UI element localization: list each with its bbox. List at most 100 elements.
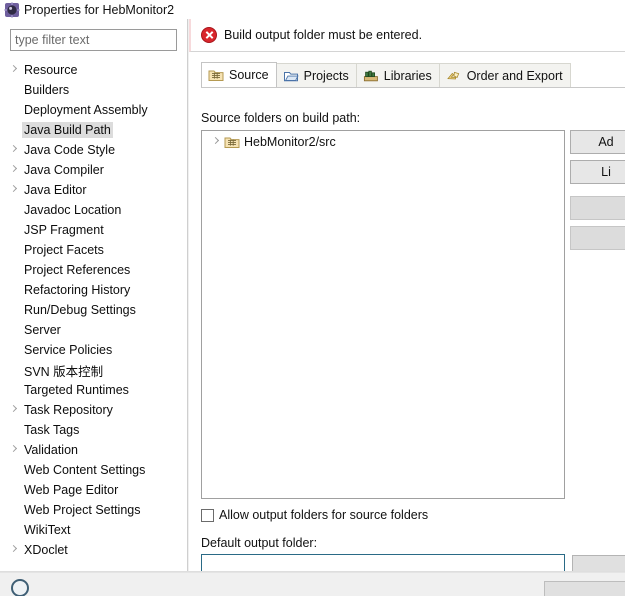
sidebar-item-task-repository[interactable]: Task Repository xyxy=(0,400,187,420)
edit-button xyxy=(570,196,625,220)
allow-output-folders-checkbox[interactable] xyxy=(201,508,214,522)
sidebar-item-label: Service Policies xyxy=(24,343,113,357)
sidebar-item-label: Deployment Assembly xyxy=(24,103,148,117)
footer-action-button[interactable] xyxy=(544,581,625,596)
sidebar-item-web-page-editor[interactable]: Web Page Editor xyxy=(0,480,187,500)
sidebar-item-wikitext[interactable]: WikiText xyxy=(0,520,187,540)
sidebar-item-deployment-assembly[interactable]: Deployment Assembly xyxy=(0,100,187,120)
chevron-right-icon[interactable] xyxy=(8,400,22,420)
sidebar-item-label: Project Facets xyxy=(24,243,104,257)
chevron-right-icon[interactable] xyxy=(8,160,22,180)
sidebar-item-label: Resource xyxy=(24,63,78,77)
sidebar-item-task-tags[interactable]: Task Tags xyxy=(0,420,187,440)
footer-divider xyxy=(0,572,625,573)
properties-dialog-icon xyxy=(4,2,20,18)
sidebar-item-label: Java Compiler xyxy=(24,163,104,177)
default-output-folder-label: Default output folder: xyxy=(201,536,318,550)
sidebar-item-label: Java Code Style xyxy=(24,143,116,157)
sidebar-item-label: Web Content Settings xyxy=(24,463,146,477)
sidebar-item-label: Server xyxy=(24,323,61,337)
add-folder-button[interactable]: Ad xyxy=(570,130,625,154)
error-banner: Build output folder must be entered. xyxy=(189,19,625,52)
error-circle-icon xyxy=(201,27,217,43)
source-folder-row[interactable]: HebMonitor2/src xyxy=(202,131,564,153)
dialog-titlebar: Properties for HebMonitor2 xyxy=(0,0,625,19)
tab-projects[interactable]: Projects xyxy=(275,63,357,87)
source-folder-icon xyxy=(208,68,224,82)
allow-output-folders-row[interactable]: Allow output folders for source folders xyxy=(201,508,428,522)
tab-label: Projects xyxy=(303,68,349,83)
filter-input[interactable] xyxy=(10,29,177,51)
sidebar-item-web-project-settings[interactable]: Web Project Settings xyxy=(0,500,187,520)
tab-libraries[interactable]: Libraries xyxy=(355,63,440,87)
sidebar-item-label: Java Build Path xyxy=(22,122,113,138)
source-folders-tree[interactable]: HebMonitor2/src xyxy=(201,130,565,499)
sidebar-item-svn[interactable]: SVN 版本控制 xyxy=(0,360,187,380)
restore-defaults-icon[interactable] xyxy=(11,579,29,596)
sidebar-item-project-references[interactable]: Project References xyxy=(0,260,187,280)
build-path-tabs[interactable]: Source Projects Libraries Order and Export xyxy=(201,62,625,88)
browse-output-folder-button[interactable] xyxy=(572,555,625,571)
sidebar-item-server[interactable]: Server xyxy=(0,320,187,340)
sidebar-item-label: WikiText xyxy=(24,523,71,537)
link-source-button[interactable]: Li xyxy=(570,160,625,184)
source-tab-panel: Source folders on build path: HebMonitor… xyxy=(189,88,625,571)
sidebar-item-label: Javadoc Location xyxy=(24,203,122,217)
sidebar-item-label: Refactoring History xyxy=(24,283,131,297)
sidebar-item-java-editor[interactable]: Java Editor xyxy=(0,180,187,200)
chevron-right-icon[interactable] xyxy=(8,60,22,80)
link-source-button-label: Li xyxy=(601,165,611,179)
settings-tree[interactable]: Resource Builders Deployment Assembly Java … xyxy=(0,60,187,571)
sidebar-item-resource[interactable]: Resource xyxy=(0,60,187,80)
tab-source[interactable]: Source xyxy=(201,62,277,87)
sidebar-item-builders[interactable]: Builders xyxy=(0,80,187,100)
sidebar-item-run-debug-settings[interactable]: Run/Debug Settings xyxy=(0,300,187,320)
chevron-right-icon[interactable] xyxy=(210,132,224,152)
sidebar-item-java-compiler[interactable]: Java Compiler xyxy=(0,160,187,180)
sidebar-item-refactoring-history[interactable]: Refactoring History xyxy=(0,280,187,300)
sidebar-item-java-build-path[interactable]: Java Build Path xyxy=(0,120,187,140)
remove-button xyxy=(570,226,625,250)
tab-label: Libraries xyxy=(383,68,432,83)
default-output-folder-input[interactable] xyxy=(201,554,565,571)
sidebar-item-service-policies[interactable]: Service Policies xyxy=(0,340,187,360)
tab-label: Order and Export xyxy=(466,68,563,83)
sidebar-item-label: JSP Fragment xyxy=(24,223,104,237)
properties-content-pane: Build output folder must be entered. Sou… xyxy=(189,19,625,571)
sidebar-item-web-content-settings[interactable]: Web Content Settings xyxy=(0,460,187,480)
sidebar-item-javadoc-location[interactable]: Javadoc Location xyxy=(0,200,187,220)
sidebar-item-java-code-style[interactable]: Java Code Style xyxy=(0,140,187,160)
sidebar-item-xdoclet[interactable]: XDoclet xyxy=(0,540,187,560)
settings-sidebar: Resource Builders Deployment Assembly Java … xyxy=(0,19,188,571)
chevron-right-icon[interactable] xyxy=(8,440,22,460)
sidebar-item-validation[interactable]: Validation xyxy=(0,440,187,460)
source-folder-label: HebMonitor2/src xyxy=(244,135,336,149)
tab-order-and-export[interactable]: Order and Export xyxy=(438,63,571,87)
sidebar-item-label: Builders xyxy=(24,83,70,97)
chevron-right-icon[interactable] xyxy=(8,140,22,160)
sidebar-item-project-facets[interactable]: Project Facets xyxy=(0,240,187,260)
sidebar-item-jsp-fragment[interactable]: JSP Fragment xyxy=(0,220,187,240)
sidebar-item-label: SVN 版本控制 xyxy=(24,364,104,379)
sidebar-item-label: Task Tags xyxy=(24,423,80,437)
chevron-right-icon[interactable] xyxy=(8,180,22,200)
allow-output-folders-label: Allow output folders for source folders xyxy=(219,508,429,522)
add-folder-button-label: Ad xyxy=(598,135,614,149)
sidebar-item-label: XDoclet xyxy=(24,543,68,557)
chevron-right-icon[interactable] xyxy=(8,540,22,560)
properties-dialog: Properties for HebMonitor2 Resource Build… xyxy=(0,0,625,596)
sidebar-item-targeted-runtimes[interactable]: Targeted Runtimes xyxy=(0,380,187,400)
